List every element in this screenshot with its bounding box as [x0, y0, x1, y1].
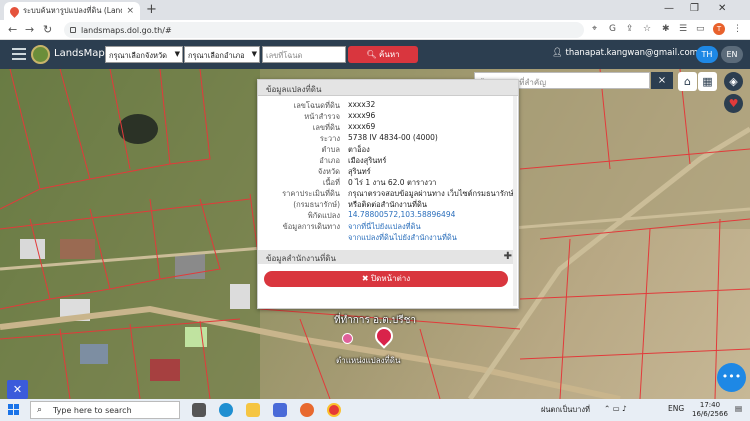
favorite-heart-icon[interactable]: ♥ [724, 94, 743, 113]
input-language[interactable]: ENG [668, 404, 684, 413]
weather-status[interactable]: ฝนตกเป็นบางที่ [541, 404, 590, 416]
office-marker-icon[interactable] [342, 333, 353, 344]
info-row-value: xxxx32 [348, 100, 376, 109]
panel-title: ข้อมูลแปลงที่ดิน [258, 80, 518, 96]
windows-start-icon[interactable] [8, 404, 20, 416]
menu-dots-icon[interactable]: ⋮ [733, 24, 742, 34]
notification-icon[interactable]: ▤ [735, 404, 742, 413]
info-row: จังหวัด สุรินทร์ [258, 166, 510, 176]
info-row-value: 5738 IV 4834-00 (4000) [348, 133, 438, 142]
search-icon: 🔍︎ [366, 50, 380, 59]
dol-logo [31, 45, 50, 64]
forward-icon[interactable]: → [25, 23, 34, 36]
info-row: ระวาง 5738 IV 4834-00 (4000) [258, 133, 510, 143]
tray-icons[interactable]: ⌃ ▭ ♪ [604, 404, 627, 413]
search-button-label: ค้นหา [379, 50, 400, 59]
new-tab-icon[interactable]: + [146, 2, 157, 17]
info-row-link[interactable]: จากแปลงที่ดินไปยังสำนักงานที่ดิน [348, 232, 457, 244]
close-window-icon[interactable]: ✕ [718, 3, 726, 14]
place-search-close-button[interactable]: × [651, 72, 673, 89]
office-info-header[interactable]: ข้อมูลสำนักงานที่ดิน ✚ [258, 250, 516, 264]
url-bar[interactable]: landsmaps.dol.go.th/# [64, 22, 584, 38]
extensions-icon[interactable]: ✱ [662, 24, 670, 34]
info-row: หน้าสำรวจ xxxx96 [258, 111, 510, 121]
parcel-number-input[interactable]: เลขที่โฉนด [262, 46, 346, 63]
layers-icon[interactable]: ◈ [724, 72, 743, 91]
parcel-map-label: ตำแหน่งแปลงที่ดิน [336, 356, 401, 365]
google-icon[interactable]: G [609, 24, 616, 34]
info-row-value: xxxx69 [348, 122, 376, 131]
tools-icon[interactable]: ✕ [7, 380, 28, 399]
province-select[interactable]: กรุณาเลือกจังหวัด ▼ [105, 46, 183, 63]
more-options-button[interactable]: ••• [717, 363, 746, 392]
close-window-button[interactable]: ✖ ปิดหน้าต่าง [264, 271, 508, 287]
lock-icon [70, 27, 76, 33]
info-row: (กรมธนารักษ์) หรือติดต่อสำนักงานที่ดิน [258, 199, 510, 209]
parcel-info-panel: ข้อมูลแปลงที่ดิน เลขโฉนดที่ดิน xxxx32 หน้า… [257, 79, 519, 309]
info-row: พิกัดแปลง 14.78800572,103.58896494 [258, 210, 510, 220]
info-row: ตำบล ตาอ็อง [258, 144, 510, 154]
grid-icon[interactable]: ▦ [698, 72, 717, 91]
store-icon[interactable] [273, 403, 287, 417]
hamburger-menu-icon[interactable] [12, 48, 26, 63]
map-pin-icon [8, 4, 21, 18]
info-row: เนื้อที่ 0 ไร่ 1 งาน 62.0 ตารางวา [258, 177, 510, 187]
bookmark-star-icon[interactable]: ☆ [643, 24, 651, 34]
chevron-down-icon: ▼ [251, 50, 257, 58]
taskbar-search-input[interactable]: ⌕ Type here to search [30, 401, 180, 419]
clock-date: 16/6/2566 [692, 410, 728, 418]
firefox-icon[interactable] [300, 403, 314, 417]
tab-title: ระบบค้นหารูปแปลงที่ดิน (LandsMaps) [23, 6, 122, 15]
office-map-label: ที่ทำการ อ.ต.ปรีชา [334, 315, 416, 326]
share-icon[interactable]: ⇪ [626, 24, 634, 34]
info-row: ราคาประเมินที่ดิน กรุณาตรวจสอบข้อมูลผ่านท… [258, 188, 513, 198]
close-tab-icon[interactable]: × [126, 6, 134, 16]
browser-tab-strip: ระบบค้นหารูปแปลงที่ดิน (LandsMaps) × + —… [0, 0, 750, 20]
info-row-value: xxxx96 [348, 111, 376, 120]
app-header: LandsMaps กรุณาเลือกจังหวัด ▼ กรุณาเลือก… [0, 40, 750, 69]
search-icon: ⌕ [37, 405, 43, 415]
lang-en-button[interactable]: EN [721, 46, 743, 63]
reload-icon[interactable]: ↻ [43, 23, 52, 36]
district-select[interactable]: กรุณาเลือกอำเภอ ▼ [184, 46, 260, 63]
office-info-header-label: ข้อมูลสำนักงานที่ดิน [266, 254, 336, 263]
user-email: thanapat.kangwan@gmail.com [565, 48, 698, 58]
reading-list-icon[interactable]: ☰ [679, 24, 687, 34]
expand-plus-icon[interactable]: ✚ [504, 251, 512, 262]
chevron-down-icon: ▼ [174, 50, 180, 58]
task-view-icon[interactable] [192, 403, 206, 417]
address-bar-row: ← → ↻ landsmaps.dol.go.th/# ⌖ G ⇪ ☆ ✱ ☰ … [0, 20, 750, 40]
system-clock[interactable]: 17:40 16/6/2566 [692, 401, 728, 419]
district-select-label: กรุณาเลือกอำเภอ [188, 51, 245, 60]
profile-avatar[interactable]: T [713, 23, 725, 35]
info-row: เลขโฉนดที่ดิน xxxx32 [258, 100, 510, 110]
province-select-label: กรุณาเลือกจังหวัด [109, 51, 168, 60]
user-account[interactable]: 👤︎ thanapat.kangwan@gmail.com ▾ [552, 48, 705, 58]
brand-name: LandsMaps [54, 48, 110, 59]
info-row: อำเภอ เมืองสุรินทร์ [258, 155, 510, 165]
minimize-icon[interactable]: — [664, 3, 674, 14]
info-row: จากแปลงที่ดินไปยังสำนักงานที่ดิน [258, 232, 510, 242]
chrome-icon[interactable] [327, 403, 341, 417]
sidebar-icon[interactable]: ▭ [696, 24, 705, 34]
file-explorer-icon[interactable] [246, 403, 260, 417]
url-text: landsmaps.dol.go.th/# [81, 25, 172, 35]
back-icon[interactable]: ← [8, 23, 17, 36]
edge-icon[interactable] [219, 403, 233, 417]
location-icon[interactable]: ⌖ [592, 24, 597, 34]
windows-taskbar: ⌕ Type here to search ฝนตกเป็นบางที่ ⌃ ▭… [0, 399, 750, 421]
clock-time: 17:40 [699, 401, 721, 409]
panel-scrollbar[interactable] [513, 96, 517, 306]
info-row-link[interactable]: 14.78800572,103.58896494 [348, 210, 455, 219]
info-row: ข้อมูลการเดินทาง จากที่นี่ไปยังแปลงที่ดิน [258, 221, 510, 231]
lang-th-button[interactable]: TH [696, 46, 718, 63]
info-row: เลขที่ดิน xxxx69 [258, 122, 510, 132]
taskbar-search-placeholder: Type here to search [53, 406, 132, 415]
home-icon[interactable]: ⌂ [678, 72, 697, 91]
browser-tab[interactable]: ระบบค้นหารูปแปลงที่ดิน (LandsMaps) × [4, 2, 140, 20]
restore-icon[interactable]: ❐ [690, 3, 699, 14]
search-button[interactable]: 🔍︎ ค้นหา [348, 46, 418, 63]
